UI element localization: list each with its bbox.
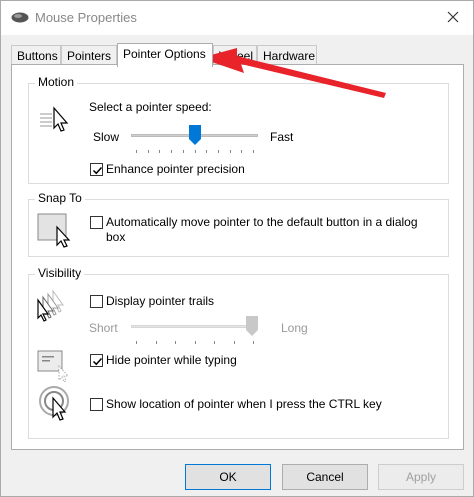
- hide-pointer-checkbox[interactable]: [90, 354, 103, 367]
- motion-group-label: Motion: [35, 75, 78, 89]
- slider-tick: [156, 341, 157, 344]
- slider-tick: [218, 150, 219, 153]
- pointer-trails-label: Display pointer trails: [106, 294, 215, 308]
- speed-label: Select a pointer speed:: [89, 100, 212, 114]
- mouse-icon: [11, 12, 29, 23]
- window-title: Mouse Properties: [35, 10, 137, 25]
- speed-slider-thumb[interactable]: [188, 125, 201, 145]
- trails-ticks: [136, 341, 254, 346]
- motion-group: Motion Select a pointer speed: Slow Fast…: [28, 75, 449, 184]
- slider-tick: [136, 150, 137, 153]
- slider-tick: [253, 341, 254, 344]
- close-icon[interactable]: [445, 9, 461, 25]
- enhance-precision-checkbox[interactable]: [90, 163, 103, 176]
- pointer-trails-icon: [37, 289, 64, 322]
- tab-wheel[interactable]: Wheel: [213, 45, 257, 65]
- fast-label: Fast: [270, 130, 294, 144]
- slow-label: Slow: [93, 130, 120, 144]
- slider-tick: [175, 341, 176, 344]
- checkmark-icon: [92, 166, 103, 175]
- visibility-group-label: Visibility: [35, 266, 85, 280]
- snap-to-icon: [37, 213, 71, 248]
- tab-hardware[interactable]: Hardware: [257, 45, 317, 65]
- speed-ticks: [136, 150, 254, 155]
- pointer-trails-checkbox[interactable]: [90, 295, 103, 308]
- enhance-precision-label: Enhance pointer precision: [106, 162, 245, 176]
- slider-tick: [206, 150, 207, 153]
- visibility-group: Visibility Display pointer trails Short …: [28, 266, 449, 439]
- pointer-speed-icon: [40, 106, 69, 132]
- apply-button[interactable]: Apply: [378, 464, 464, 490]
- long-label: Long: [281, 321, 308, 335]
- slider-tick: [159, 150, 160, 153]
- slider-tick: [183, 150, 184, 153]
- tab-pointer-options[interactable]: Pointer Options: [117, 43, 213, 67]
- pointer-options-panel: Motion Select a pointer speed: Slow Fast…: [11, 64, 464, 450]
- slider-tick: [195, 150, 196, 153]
- tab-pointers[interactable]: Pointers: [61, 45, 117, 65]
- mouse-properties-window: Mouse Properties Buttons Pointers Pointe…: [0, 0, 474, 497]
- snap-to-label-line1: Automatically move pointer to the defaul…: [106, 215, 418, 229]
- checkmark-icon: [92, 357, 103, 366]
- hide-pointer-label: Hide pointer while typing: [106, 353, 237, 367]
- ok-button[interactable]: OK: [185, 464, 271, 490]
- slider-tick: [148, 150, 149, 153]
- title-bar: Mouse Properties: [1, 1, 473, 35]
- ctrl-locate-checkbox[interactable]: [90, 398, 103, 411]
- snap-to-group-label: Snap To: [35, 191, 85, 205]
- snap-to-label-line2: box: [106, 230, 126, 244]
- slider-tick: [234, 341, 235, 344]
- slider-tick: [136, 341, 137, 344]
- snap-to-group: Snap To Automatically move pointer to th…: [28, 191, 449, 257]
- slider-tick: [195, 341, 196, 344]
- trails-slider-thumb[interactable]: [246, 316, 258, 336]
- trails-slider-track[interactable]: [131, 325, 258, 328]
- tab-buttons[interactable]: Buttons: [11, 45, 61, 65]
- slider-tick: [253, 150, 254, 153]
- slider-tick: [230, 150, 231, 153]
- slider-tick: [171, 150, 172, 153]
- snap-to-checkbox[interactable]: [90, 216, 103, 229]
- slider-tick: [214, 341, 215, 344]
- ctrl-locate-label: Show location of pointer when I press th…: [106, 397, 382, 411]
- hide-pointer-icon: [37, 350, 70, 383]
- slider-tick: [241, 150, 242, 153]
- cancel-button[interactable]: Cancel: [282, 464, 368, 490]
- short-label: Short: [89, 321, 118, 335]
- ctrl-locate-icon: [39, 386, 69, 421]
